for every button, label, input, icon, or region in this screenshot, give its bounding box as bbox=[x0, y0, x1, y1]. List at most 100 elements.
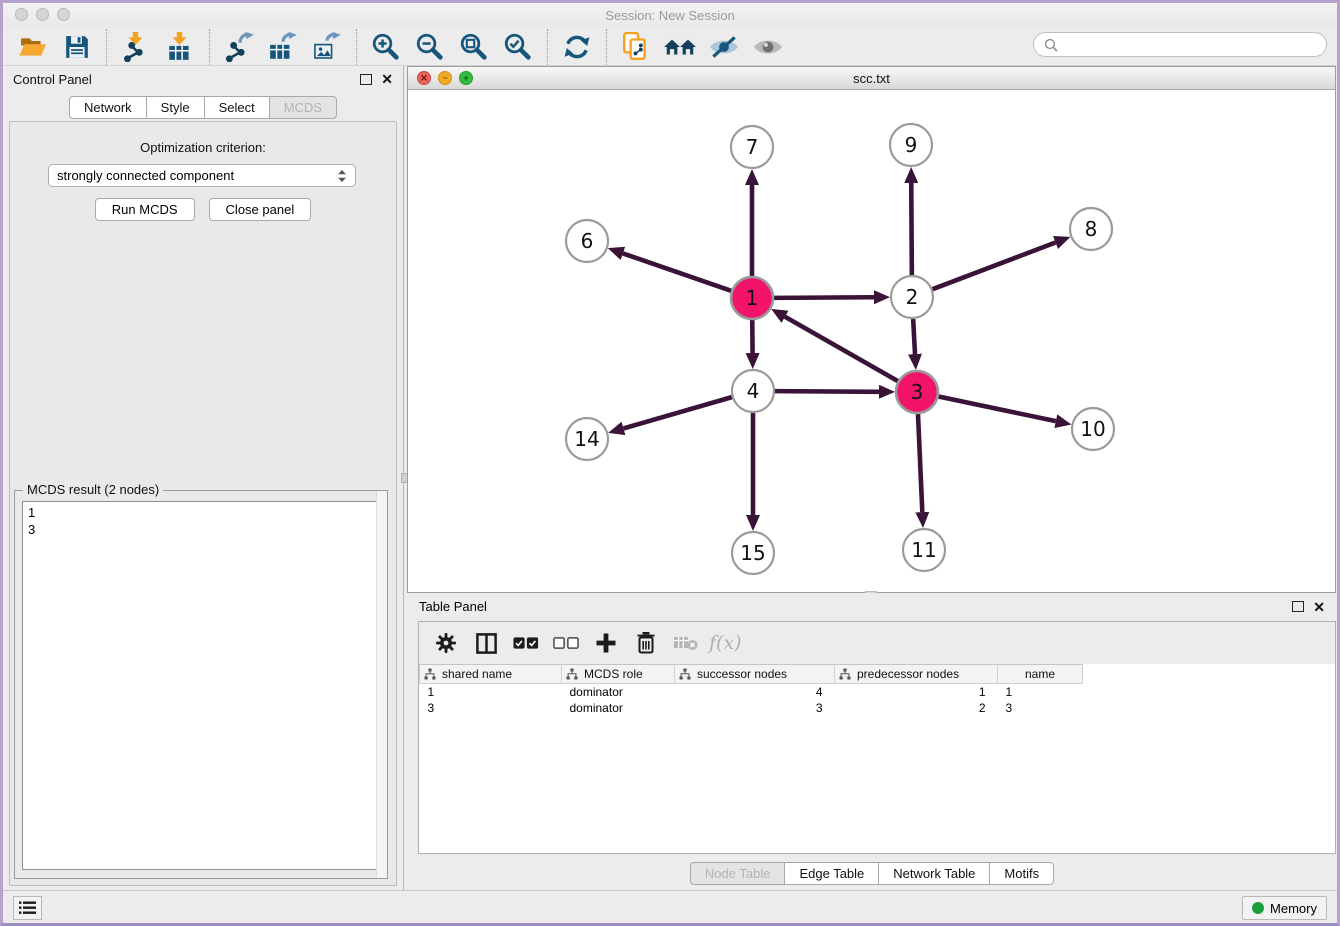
minimize-window-icon[interactable] bbox=[36, 8, 49, 21]
graph-edge-3-11[interactable] bbox=[918, 414, 922, 512]
network-window-titlebar[interactable]: ✕ − + scc.txt bbox=[408, 67, 1335, 90]
graph-edge-2-8[interactable] bbox=[933, 242, 1056, 289]
status-bar: Memory bbox=[3, 890, 1337, 923]
toolbar-separator bbox=[547, 29, 548, 65]
graph-edge-1-2[interactable] bbox=[774, 297, 874, 298]
add-column-button[interactable] bbox=[589, 627, 623, 659]
hide-graphics-button[interactable] bbox=[704, 30, 744, 64]
table-cell[interactable]: dominator bbox=[562, 700, 675, 716]
tab-network-table[interactable]: Network Table bbox=[878, 862, 989, 885]
import-table-button[interactable] bbox=[160, 30, 200, 64]
zoom-out-button[interactable] bbox=[410, 30, 450, 64]
zoom-selected-button[interactable] bbox=[498, 30, 538, 64]
split-panel-icon bbox=[475, 632, 498, 655]
network-clone-button[interactable] bbox=[616, 30, 656, 64]
save-session-button[interactable] bbox=[57, 30, 97, 64]
node-table-body[interactable]: 1dominator4113dominator323 bbox=[420, 684, 1083, 716]
tab-style[interactable]: Style bbox=[146, 96, 204, 119]
close-table-panel-icon[interactable]: ✕ bbox=[1313, 600, 1325, 614]
result-scrollbar[interactable] bbox=[376, 491, 387, 878]
zoom-in-button[interactable] bbox=[366, 30, 406, 64]
tab-mcds[interactable]: MCDS bbox=[269, 96, 337, 119]
graph-node-label: 9 bbox=[905, 133, 918, 157]
graph-edge-3-1[interactable] bbox=[785, 317, 898, 381]
table-cell[interactable]: 3 bbox=[675, 700, 835, 716]
close-view-icon[interactable]: ✕ bbox=[417, 71, 431, 85]
table-row[interactable]: 1dominator411 bbox=[420, 684, 1083, 700]
houses-icon bbox=[663, 34, 697, 60]
table-cell[interactable]: 1 bbox=[420, 684, 562, 700]
maximize-view-icon[interactable]: + bbox=[459, 71, 473, 85]
close-window-icon[interactable] bbox=[15, 8, 28, 21]
graph-edge-2-3[interactable] bbox=[913, 319, 915, 354]
split-panel-button[interactable] bbox=[469, 627, 503, 659]
show-all-columns-button[interactable] bbox=[509, 627, 543, 659]
zoom-window-icon[interactable] bbox=[57, 8, 70, 21]
checked-boxes-icon bbox=[513, 636, 539, 650]
table-panel-header: Table Panel ✕ bbox=[407, 593, 1337, 620]
main-toolbar bbox=[3, 28, 1337, 66]
show-graphics-button[interactable] bbox=[748, 30, 788, 64]
zoom-selected-icon bbox=[503, 32, 533, 62]
close-panel-button[interactable]: Close panel bbox=[209, 198, 312, 221]
search-input[interactable] bbox=[1064, 37, 1316, 52]
export-image-icon bbox=[312, 32, 342, 62]
table-cell[interactable]: 1 bbox=[835, 684, 998, 700]
graph-node-label: 6 bbox=[581, 229, 594, 253]
column-header-MCDS-role[interactable]: MCDS role bbox=[562, 665, 675, 684]
node-table-head[interactable]: shared nameMCDS role successor nodes prede… bbox=[420, 665, 1083, 684]
main-titlebar: Session: New Session bbox=[3, 3, 1337, 28]
refresh-layout-button[interactable] bbox=[557, 30, 597, 64]
graph-node-label: 3 bbox=[911, 380, 924, 404]
node-table: shared nameMCDS role successor nodes prede… bbox=[419, 664, 1083, 716]
export-image-button[interactable] bbox=[307, 30, 347, 64]
column-header-predecessor-nodes[interactable]: predecessor nodes bbox=[835, 665, 998, 684]
tab-motifs[interactable]: Motifs bbox=[989, 862, 1054, 885]
mcds-result-text[interactable]: 1 3 bbox=[22, 501, 380, 870]
float-panel-icon[interactable] bbox=[360, 74, 372, 85]
export-table-button[interactable] bbox=[263, 30, 303, 64]
hide-all-columns-button[interactable] bbox=[549, 627, 583, 659]
toolbar-separator bbox=[356, 29, 357, 65]
table-row[interactable]: 3dominator323 bbox=[420, 700, 1083, 716]
column-header-shared-name[interactable]: shared name bbox=[420, 665, 562, 684]
delete-column-button[interactable] bbox=[629, 627, 663, 659]
graph-edge-3-10[interactable] bbox=[939, 397, 1056, 422]
import-network-button[interactable] bbox=[116, 30, 156, 64]
minimize-view-icon[interactable]: − bbox=[438, 71, 452, 85]
graph-edge-4-14[interactable] bbox=[624, 397, 732, 428]
graph-node-label: 15 bbox=[740, 541, 765, 565]
network-graph[interactable]: 7968124314101511 bbox=[408, 90, 1335, 593]
column-header-name[interactable]: name bbox=[998, 665, 1083, 684]
eye-slash-icon bbox=[708, 34, 740, 60]
graph-edge-1-6[interactable] bbox=[623, 253, 731, 290]
column-header-label: successor nodes bbox=[697, 667, 787, 681]
memory-button[interactable]: Memory bbox=[1242, 896, 1327, 920]
trash-icon bbox=[635, 631, 657, 655]
column-header-successor-nodes[interactable]: successor nodes bbox=[675, 665, 835, 684]
tab-edge-table[interactable]: Edge Table bbox=[784, 862, 878, 885]
search-field[interactable] bbox=[1033, 32, 1327, 57]
float-table-panel-icon[interactable] bbox=[1292, 601, 1304, 612]
table-cell[interactable]: 2 bbox=[835, 700, 998, 716]
optimization-criterion-select[interactable]: strongly connected component bbox=[48, 164, 356, 187]
table-cell[interactable]: 4 bbox=[675, 684, 835, 700]
network-canvas[interactable]: 7968124314101511 bbox=[408, 90, 1335, 592]
table-cell[interactable]: dominator bbox=[562, 684, 675, 700]
tab-network[interactable]: Network bbox=[69, 96, 146, 119]
close-panel-icon[interactable]: ✕ bbox=[381, 72, 393, 86]
table-cell[interactable]: 3 bbox=[420, 700, 562, 716]
graph-edge-2-9[interactable] bbox=[911, 183, 912, 275]
run-mcds-button[interactable]: Run MCDS bbox=[95, 198, 195, 221]
open-session-button[interactable] bbox=[13, 30, 53, 64]
export-network-button[interactable] bbox=[219, 30, 259, 64]
task-history-button[interactable] bbox=[13, 896, 42, 920]
tab-node-table[interactable]: Node Table bbox=[690, 862, 785, 885]
tab-select[interactable]: Select bbox=[204, 96, 269, 119]
table-settings-button[interactable] bbox=[429, 627, 463, 659]
graph-edge-4-3[interactable] bbox=[775, 391, 879, 392]
zoom-fit-button[interactable] bbox=[454, 30, 494, 64]
home-button[interactable] bbox=[660, 30, 700, 64]
table-cell[interactable]: 1 bbox=[998, 684, 1083, 700]
table-cell[interactable]: 3 bbox=[998, 700, 1083, 716]
